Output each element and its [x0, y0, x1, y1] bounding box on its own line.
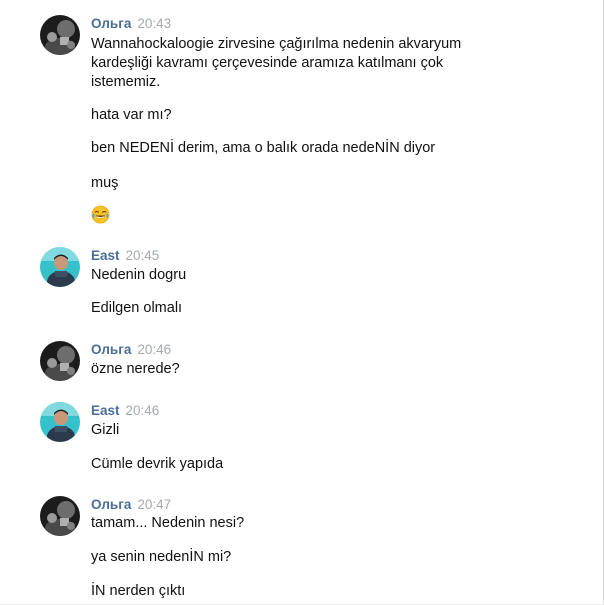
message-text: özne nerede?: [91, 361, 180, 377]
message-text: Nedenin dogru: [91, 267, 187, 283]
message-time: 20:46: [137, 342, 172, 357]
message-text: kardeşliği kavramı çerçevesinde aramıza …: [91, 55, 444, 71]
message-text: İN nerden çıktı: [91, 583, 186, 599]
message-text: ya senin nedenİN mi?: [91, 549, 232, 565]
sender-name[interactable]: East: [91, 403, 120, 418]
sender-name[interactable]: East: [91, 248, 120, 263]
message-time: 20:43: [137, 16, 172, 31]
message-text: ben NEDENİ derim, ama o balık orada nede…: [91, 140, 436, 156]
sender-name[interactable]: Ольга: [91, 342, 131, 357]
message-text: Cümle devrik yapıda: [91, 456, 224, 472]
avatar-olga-image: [40, 496, 80, 536]
message-time: 20:47: [137, 497, 172, 512]
avatar-east-image: [40, 247, 80, 287]
sender-name[interactable]: Ольга: [91, 497, 131, 512]
message-header: Ольга 20:43: [91, 15, 171, 33]
tears-of-joy-emoji-icon: [91, 205, 110, 224]
chat-history[interactable]: Ольга 20:43 Wannahockaloogie zirvesine ça…: [0, 0, 604, 605]
avatar-olga[interactable]: [40, 341, 80, 381]
avatar-east[interactable]: [40, 402, 80, 442]
message-text: Gizli: [91, 422, 120, 438]
message-text: hata var mı?: [91, 107, 172, 123]
message-text: Wannahockaloogie zirvesine çağırılma ned…: [91, 36, 462, 52]
message-header: East 20:45: [91, 247, 159, 265]
message-text: istememiz.: [91, 74, 161, 90]
avatar-east-image: [40, 402, 80, 442]
sender-name[interactable]: Ольга: [91, 16, 131, 31]
message-text: muş: [91, 175, 119, 191]
message-time: 20:46: [125, 403, 160, 418]
message-header: East 20:46: [91, 402, 159, 420]
avatar-olga[interactable]: [40, 496, 80, 536]
avatar-olga-image: [40, 341, 80, 381]
message-time: 20:45: [125, 248, 160, 263]
avatar-olga[interactable]: [40, 15, 80, 55]
message-text: tamam... Nedenin nesi?: [91, 515, 245, 531]
message-header: Ольга 20:46: [91, 341, 171, 359]
message-text: Edilgen olmalı: [91, 300, 183, 316]
message-header: Ольга 20:47: [91, 496, 171, 514]
avatar-east[interactable]: [40, 247, 80, 287]
avatar-olga-image: [40, 15, 80, 55]
